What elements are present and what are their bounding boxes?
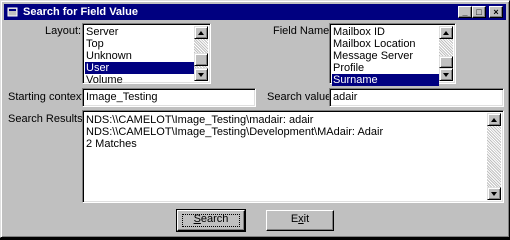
results-scroll-up-button[interactable]: [487, 113, 501, 126]
results-scroll-down-button[interactable]: [487, 187, 501, 200]
arrow-down-icon: [443, 72, 449, 77]
layout-scroll-up-button[interactable]: [194, 26, 208, 39]
layout-list-item[interactable]: User: [85, 62, 194, 74]
arrow-down-icon: [491, 191, 497, 196]
layout-list-item[interactable]: Server: [85, 26, 194, 38]
layout-list-item[interactable]: Volume: [85, 74, 194, 86]
title-bar[interactable]: Search for Field Value _ □ ×: [4, 4, 506, 20]
close-button[interactable]: ×: [489, 6, 503, 18]
starting-context-input[interactable]: Image_Testing: [82, 88, 256, 107]
search-results-box[interactable]: NDS:\\CAMELOT\Image_Testing\madair: adai…: [82, 110, 504, 203]
app-icon: [6, 5, 20, 19]
search-value-text: adair: [333, 91, 358, 103]
starting-context-value: Image_Testing: [86, 91, 158, 103]
result-line: NDS:\\CAMELOT\Image_Testing\Development\…: [86, 126, 384, 138]
field-name-listbox[interactable]: Mailbox ID Mailbox Location Message Server…: [329, 23, 456, 86]
field-name-list-item[interactable]: Surname: [332, 74, 439, 86]
layout-scrollbar[interactable]: [194, 26, 208, 81]
field-name-scroll-thumb[interactable]: [439, 56, 453, 68]
layout-scroll-thumb[interactable]: [194, 53, 208, 66]
layout-list-item[interactable]: Top: [85, 38, 194, 50]
field-name-list-item[interactable]: Message Server: [332, 50, 439, 62]
layout-scroll-down-button[interactable]: [194, 68, 208, 81]
field-name-scroll-up-button[interactable]: [439, 26, 453, 39]
layout-list-items: Server Top Unknown User Volume: [85, 26, 194, 86]
layout-label: Layout:: [45, 25, 82, 37]
arrow-down-icon: [198, 72, 204, 77]
arrow-up-icon: [491, 117, 497, 122]
maximize-button[interactable]: □: [472, 6, 486, 18]
search-results-label: Search Results:: [8, 113, 86, 125]
field-name-label: Field Name:: [273, 25, 333, 37]
search-dialog-window: Search for Field Value _ □ × Layout: Ser…: [0, 0, 510, 238]
layout-listbox[interactable]: Server Top Unknown User Volume: [82, 23, 211, 86]
search-button-label: Search: [193, 213, 229, 225]
field-name-list-item[interactable]: Mailbox Location: [332, 38, 439, 50]
search-value-input[interactable]: adair: [329, 88, 504, 107]
field-name-scroll-down-button[interactable]: [439, 68, 453, 81]
starting-context-label: Starting context:: [8, 91, 88, 103]
window-title: Search for Field Value: [23, 6, 138, 18]
search-value-label: Search value:: [267, 91, 335, 103]
exit-button-label: Exit: [290, 213, 310, 225]
arrow-up-icon: [443, 30, 449, 35]
field-name-scrollbar[interactable]: [439, 26, 453, 81]
search-results-text: NDS:\\CAMELOT\Image_Testing\madair: adai…: [86, 114, 485, 150]
field-name-list-items: Mailbox ID Mailbox Location Message Server…: [332, 26, 439, 86]
arrow-up-icon: [198, 30, 204, 35]
result-line: 2 Matches: [86, 138, 137, 150]
search-button[interactable]: Search: [176, 209, 246, 232]
field-name-list-item[interactable]: Mailbox ID: [332, 26, 439, 38]
results-scrollbar[interactable]: [487, 113, 501, 200]
layout-list-item[interactable]: Unknown: [85, 50, 194, 62]
field-name-list-item[interactable]: Profile: [332, 62, 439, 74]
result-line: NDS:\\CAMELOT\Image_Testing\madair: adai…: [86, 114, 314, 126]
minimize-button[interactable]: _: [458, 6, 472, 18]
exit-button[interactable]: Exit: [266, 210, 334, 231]
